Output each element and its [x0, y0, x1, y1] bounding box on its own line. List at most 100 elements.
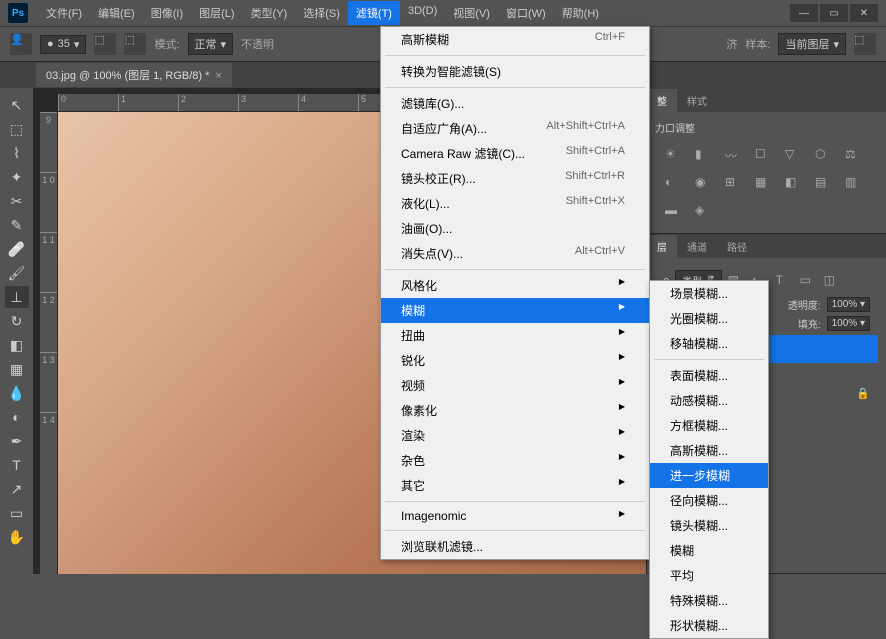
menu-item[interactable]: 自适应广角(A)...Alt+Shift+Ctrl+A	[381, 116, 649, 141]
menu-item[interactable]: 扭曲	[381, 323, 649, 348]
blend-mode-dropdown[interactable]: 正常 ▾	[188, 33, 234, 55]
fill-input[interactable]: 100% ▾	[827, 316, 870, 331]
menu-item[interactable]: 其它	[381, 473, 649, 498]
opacity-input[interactable]: 100% ▾	[827, 297, 870, 312]
filter-type-icon[interactable]: T	[776, 273, 794, 289]
menu-文件(F)[interactable]: 文件(F)	[38, 1, 90, 25]
gradient-map-icon[interactable]: ▬	[665, 203, 683, 219]
menu-编辑(E)[interactable]: 编辑(E)	[90, 1, 143, 25]
menu-item[interactable]: 视频	[381, 373, 649, 398]
eyedropper-tool[interactable]: ✎	[5, 214, 29, 236]
menu-item[interactable]: 像素化	[381, 398, 649, 423]
menu-选择(S)[interactable]: 选择(S)	[295, 1, 348, 25]
menu-item[interactable]: 杂色	[381, 448, 649, 473]
lock-icon[interactable]: 🔒	[856, 387, 870, 400]
document-tab[interactable]: 03.jpg @ 100% (图层 1, RGB/8) *×	[36, 63, 232, 87]
menu-视图(V)[interactable]: 视图(V)	[445, 1, 498, 25]
menu-3D(D)[interactable]: 3D(D)	[400, 1, 445, 25]
path-selection-tool[interactable]: ↗	[5, 478, 29, 500]
exposure-icon[interactable]: ☐	[755, 147, 773, 163]
menu-item[interactable]: 风格化	[381, 273, 649, 298]
menu-item[interactable]: 镜头校正(R)...Shift+Ctrl+R	[381, 166, 649, 191]
submenu-item[interactable]: 模糊	[650, 538, 768, 563]
submenu-item[interactable]: 场景模糊...	[650, 281, 768, 306]
menu-item[interactable]: 液化(L)...Shift+Ctrl+X	[381, 191, 649, 216]
pen-tool[interactable]: ✒	[5, 430, 29, 452]
clone-stamp-tool[interactable]: ⊥	[5, 286, 29, 308]
menu-item[interactable]: 消失点(V)...Alt+Ctrl+V	[381, 241, 649, 266]
magic-wand-tool[interactable]: ✦	[5, 166, 29, 188]
menu-last-filter[interactable]: 高斯模糊Ctrl+F	[381, 27, 649, 52]
menu-帮助(H)[interactable]: 帮助(H)	[554, 1, 607, 25]
filter-shape-icon[interactable]: ▭	[800, 273, 818, 289]
brush-panel-icon[interactable]: ⬚	[94, 33, 116, 55]
healing-brush-tool[interactable]: 🩹	[5, 238, 29, 260]
blur-tool[interactable]: 💧	[5, 382, 29, 404]
menu-imagenomic[interactable]: Imagenomic	[381, 505, 649, 527]
layers-tab[interactable]: 层	[647, 235, 677, 258]
submenu-item[interactable]: 表面模糊...	[650, 363, 768, 388]
type-tool[interactable]: T	[5, 454, 29, 476]
submenu-item[interactable]: 高斯模糊...	[650, 438, 768, 463]
submenu-item[interactable]: 动感模糊...	[650, 388, 768, 413]
hue-icon[interactable]: ⬡	[815, 147, 833, 163]
menu-item[interactable]: 锐化	[381, 348, 649, 373]
invert-icon[interactable]: ◧	[785, 175, 803, 191]
menu-item[interactable]: Camera Raw 滤镜(C)...Shift+Ctrl+A	[381, 141, 649, 166]
menu-item[interactable]: 滤镜库(G)...	[381, 91, 649, 116]
sample-options-icon[interactable]: ⬚	[854, 33, 876, 55]
paths-tab[interactable]: 路径	[717, 235, 757, 258]
channel-mixer-icon[interactable]: ⊞	[725, 175, 743, 191]
brush-settings-icon[interactable]: ⬚	[124, 33, 146, 55]
move-tool[interactable]: ↖	[5, 94, 29, 116]
submenu-item[interactable]: 特殊模糊...	[650, 588, 768, 613]
gradient-tool[interactable]: ▦	[5, 358, 29, 380]
levels-icon[interactable]: ▮	[695, 147, 713, 163]
brightness-icon[interactable]: ☀	[665, 147, 683, 163]
submenu-item[interactable]: 移轴模糊...	[650, 331, 768, 356]
lasso-tool[interactable]: ⌇	[5, 142, 29, 164]
menu-图像(I)[interactable]: 图像(I)	[143, 1, 191, 25]
history-brush-tool[interactable]: ↻	[5, 310, 29, 332]
submenu-item[interactable]: 镜头模糊...	[650, 513, 768, 538]
submenu-item[interactable]: 平均	[650, 563, 768, 588]
menu-图层(L)[interactable]: 图层(L)	[191, 1, 242, 25]
marquee-tool[interactable]: ⬚	[5, 118, 29, 140]
brush-preset-picker[interactable]: ●35▾	[40, 35, 86, 54]
submenu-item[interactable]: 光圈模糊...	[650, 306, 768, 331]
menu-item[interactable]: 模糊	[381, 298, 649, 323]
balance-icon[interactable]: ⚖	[845, 147, 863, 163]
vibrance-icon[interactable]: ▽	[785, 147, 803, 163]
crop-tool[interactable]: ✂	[5, 190, 29, 212]
maximize-button[interactable]: ▭	[820, 4, 848, 22]
filter-smart-icon[interactable]: ◫	[824, 273, 842, 289]
menu-类型(Y)[interactable]: 类型(Y)	[243, 1, 296, 25]
close-button[interactable]: ✕	[850, 4, 878, 22]
submenu-item[interactable]: 方框模糊...	[650, 413, 768, 438]
lookup-icon[interactable]: ▦	[755, 175, 773, 191]
menu-item[interactable]: 油画(O)...	[381, 216, 649, 241]
minimize-button[interactable]: —	[790, 4, 818, 22]
submenu-item[interactable]: 径向模糊...	[650, 488, 768, 513]
menu-convert-smart[interactable]: 转换为智能滤镜(S)	[381, 59, 649, 84]
curves-icon[interactable]: 〰	[725, 147, 743, 163]
photo-filter-icon[interactable]: ◉	[695, 175, 713, 191]
styles-tab[interactable]: 样式	[677, 89, 717, 112]
adjustments-tab[interactable]: 整	[647, 89, 677, 112]
brush-tool[interactable]: 🖌	[5, 262, 29, 284]
eraser-tool[interactable]: ◧	[5, 334, 29, 356]
shape-tool[interactable]: ▭	[5, 502, 29, 524]
channels-tab[interactable]: 通道	[677, 235, 717, 258]
dodge-tool[interactable]: ◐	[5, 406, 29, 428]
posterize-icon[interactable]: ▤	[815, 175, 833, 191]
menu-滤镜(T)[interactable]: 滤镜(T)	[348, 1, 400, 25]
close-tab-icon[interactable]: ×	[215, 70, 221, 82]
menu-browse-online[interactable]: 浏览联机滤镜...	[381, 534, 649, 559]
bw-icon[interactable]: ◐	[665, 175, 683, 191]
menu-窗口(W)[interactable]: 窗口(W)	[498, 1, 554, 25]
tool-preset-icon[interactable]: 👤	[10, 33, 32, 55]
hand-tool[interactable]: ✋	[5, 526, 29, 548]
sample-dropdown[interactable]: 当前图层 ▾	[778, 33, 846, 55]
threshold-icon[interactable]: ▥	[845, 175, 863, 191]
selective-color-icon[interactable]: ◈	[695, 203, 713, 219]
